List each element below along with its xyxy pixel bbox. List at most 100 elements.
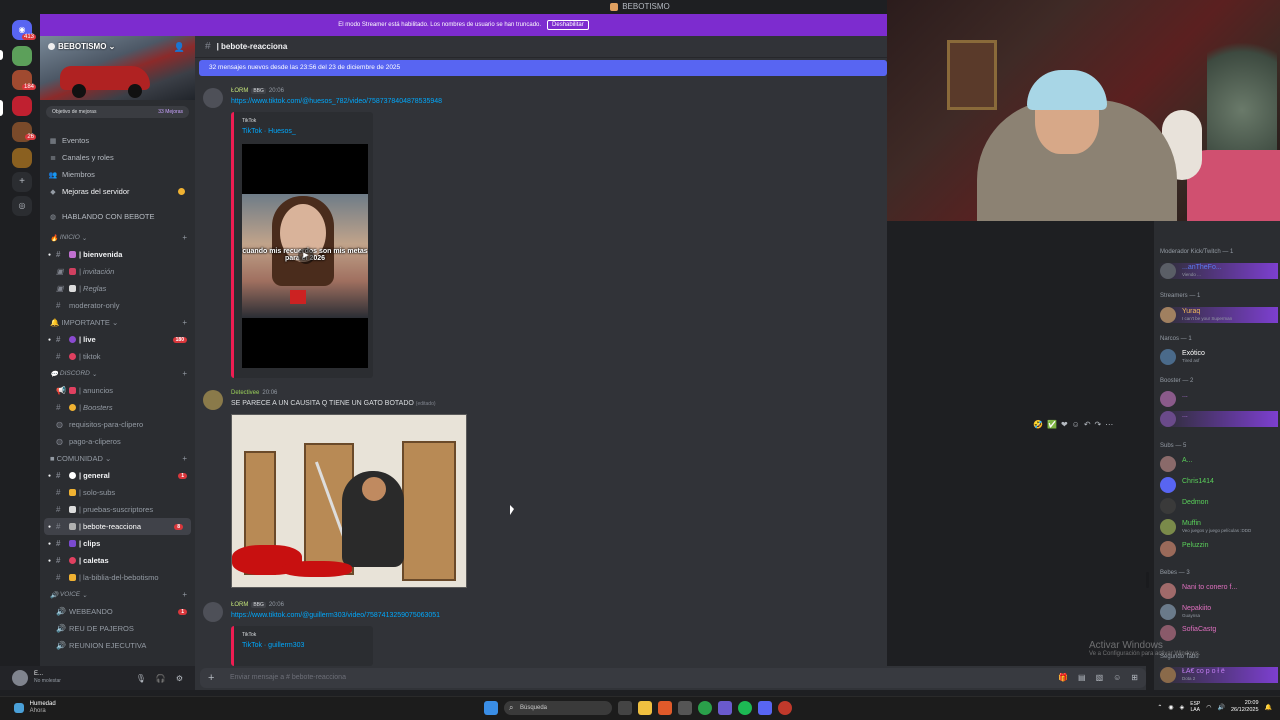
- message-link[interactable]: https://www.tiktok.com/@guillerm303/vide…: [231, 612, 440, 619]
- member-item[interactable]: Yuraq I can't be your Superman: [1158, 307, 1278, 323]
- channel-biblia[interactable]: # | la-biblia-del-bebotismo: [40, 569, 195, 586]
- start-icon[interactable]: [484, 701, 498, 715]
- author-name[interactable]: ŁORM: [231, 88, 248, 94]
- video-player[interactable]: cuando mis recuerdos son mis metas para …: [242, 144, 368, 368]
- server-icon-bebotismo[interactable]: [12, 96, 32, 116]
- channel-clips[interactable]: ● # | clips: [40, 535, 195, 552]
- volume-icon[interactable]: 🔊: [1218, 704, 1225, 711]
- channel-boosters[interactable]: # | Boosters: [40, 399, 195, 416]
- app-icon-2[interactable]: [718, 701, 732, 715]
- user-info[interactable]: E... No molestar: [34, 671, 61, 685]
- server-icon-1[interactable]: [12, 46, 32, 66]
- emoji-icon[interactable]: ☺: [1113, 668, 1121, 688]
- channel-requisitos[interactable]: ◍ requisitos-para-clipero: [40, 416, 195, 433]
- add-server-icon[interactable]: +: [12, 172, 32, 192]
- avatar[interactable]: [203, 88, 223, 108]
- reaction-laugh-icon[interactable]: 🤣: [1033, 420, 1043, 429]
- reply-icon[interactable]: ↶: [1084, 420, 1091, 429]
- message-input[interactable]: Enviar mensaje a # bebote-reacciona: [200, 668, 1146, 688]
- play-icon[interactable]: ▶: [298, 248, 314, 264]
- headphones-icon[interactable]: 🎧: [156, 674, 166, 683]
- channel-tiktok[interactable]: # | tiktok: [40, 348, 195, 365]
- member-item[interactable]: ...: [1158, 411, 1278, 427]
- boost-goal[interactable]: Objetivo de mejoras 33 Mejoras: [46, 106, 189, 118]
- new-messages-bar[interactable]: 32 mensajes nuevos desde las 23:56 del 2…: [199, 60, 887, 76]
- explore-icon[interactable]: ◎: [12, 196, 32, 216]
- channel-hablando[interactable]: ◍ HABLANDO CON BEBOTE: [40, 208, 195, 225]
- wifi-icon[interactable]: ◠: [1206, 704, 1211, 711]
- voice-reu-pajeros[interactable]: 🔊 REU DE PAJEROS: [40, 620, 195, 637]
- chrome-icon[interactable]: [698, 701, 712, 715]
- notification-icon[interactable]: 🔔: [1265, 704, 1272, 711]
- gift-icon[interactable]: 🎁: [1058, 668, 1068, 688]
- category-importante[interactable]: 🔔 IMPORTANTE ⌄ +: [40, 314, 195, 331]
- brave-icon[interactable]: [658, 701, 672, 715]
- tray-app-icon-2[interactable]: ◈: [1180, 704, 1185, 711]
- member-item[interactable]: Nani to conero f...: [1158, 583, 1278, 599]
- add-channel-icon[interactable]: +: [182, 233, 187, 242]
- member-list-scrollbar[interactable]: [1146, 572, 1149, 588]
- nav-channels-roles[interactable]: ≣ Canales y roles: [40, 149, 195, 166]
- channel-solo-subs[interactable]: # | solo-subs: [40, 484, 195, 501]
- channel-live[interactable]: ● # | live 180: [40, 331, 195, 348]
- avatar[interactable]: [203, 602, 223, 622]
- category-comunidad[interactable]: ■ COMUNIDAD ⌄ +: [40, 450, 195, 467]
- gif-icon[interactable]: ▤: [1078, 668, 1086, 688]
- settings-gear-icon[interactable]: ⚙: [176, 674, 183, 683]
- reaction-heart-icon[interactable]: ❤: [1061, 420, 1068, 429]
- category-discord[interactable]: 💬 DISCORD ⌄ +: [40, 365, 195, 382]
- add-channel-icon[interactable]: +: [182, 369, 187, 378]
- channel-bebote-reacciona[interactable]: ● # | bebote-reacciona 8: [44, 518, 191, 535]
- server-name[interactable]: BEBOTISMO ⌄: [48, 42, 115, 51]
- invite-people-icon[interactable]: 👤: [174, 42, 185, 53]
- language-indicator[interactable]: ESP LAA: [1190, 701, 1200, 713]
- member-item[interactable]: ŁA€ co p o ł ë Dota 2: [1158, 667, 1278, 683]
- category-voice[interactable]: 🔊 VOICE ⌄ +: [40, 586, 195, 603]
- avatar[interactable]: [203, 390, 223, 410]
- channel-pruebas[interactable]: # | pruebas-suscriptores: [40, 501, 195, 518]
- add-reaction-icon[interactable]: ☺: [1072, 420, 1080, 429]
- server-icon-4[interactable]: [12, 148, 32, 168]
- reaction-check-icon[interactable]: ✅: [1047, 420, 1057, 429]
- member-item[interactable]: Nepakiito Guaynsa: [1158, 604, 1278, 620]
- tray-app-icon[interactable]: ◉: [1168, 704, 1173, 711]
- channel-anuncios[interactable]: 📢 | anuncios: [40, 382, 195, 399]
- add-channel-icon[interactable]: +: [182, 318, 187, 327]
- category-inicio[interactable]: 🔥 INICIO ⌄ +: [40, 229, 195, 246]
- embed-title[interactable]: TikTok · guillerm303: [242, 642, 304, 649]
- app-icon[interactable]: [678, 701, 692, 715]
- add-channel-icon[interactable]: +: [182, 454, 187, 463]
- clock[interactable]: 20:09 26/12/2025: [1231, 700, 1259, 714]
- meme-image[interactable]: [231, 414, 467, 588]
- member-item[interactable]: Muffin Veo juegos y juego películas :DDD: [1158, 519, 1278, 535]
- member-item[interactable]: ...: [1158, 391, 1278, 407]
- avatar[interactable]: [12, 670, 28, 686]
- task-view-icon[interactable]: [618, 701, 632, 715]
- microphone-icon[interactable]: 🎙: [136, 674, 146, 683]
- forward-icon[interactable]: ↷: [1095, 420, 1102, 429]
- member-item[interactable]: Chris1414: [1158, 477, 1278, 493]
- nav-server-boost[interactable]: ◆ Mejoras del servidor: [40, 183, 195, 200]
- member-item[interactable]: SofiaCastg: [1158, 625, 1278, 641]
- message-link[interactable]: https://www.tiktok.com/@huesos_782/video…: [231, 98, 442, 105]
- channel-pago[interactable]: ◍ pago-a-cliperos: [40, 433, 195, 450]
- more-icon[interactable]: ⋯: [1105, 420, 1113, 429]
- embed-title[interactable]: TikTok · Huesos_: [242, 128, 296, 135]
- channel-bienvenida[interactable]: ● # | bienvenida: [40, 246, 195, 263]
- channel-caletas[interactable]: ● # | caletas: [40, 552, 195, 569]
- nav-events[interactable]: ▦ Eventos: [40, 132, 195, 149]
- add-channel-icon[interactable]: +: [182, 590, 187, 599]
- member-item[interactable]: A...: [1158, 456, 1278, 472]
- obs-icon[interactable]: [778, 701, 792, 715]
- file-explorer-icon[interactable]: [638, 701, 652, 715]
- member-item[interactable]: Dedmon: [1158, 498, 1278, 514]
- member-item[interactable]: ...anTheFo... Viendo ...: [1158, 263, 1278, 279]
- member-item[interactable]: Exótico Tired asf: [1158, 349, 1278, 365]
- chevron-up-icon[interactable]: ⌃: [1157, 704, 1162, 711]
- weather-widget[interactable]: Humedad Ahora: [14, 701, 56, 715]
- nav-members[interactable]: 👥 Miembros: [40, 166, 195, 183]
- taskbar-search[interactable]: Búsqueda: [504, 701, 612, 715]
- channel-invitacion[interactable]: ▣ | invitación: [40, 263, 195, 280]
- channel-moderator-only[interactable]: # moderator-only: [40, 297, 195, 314]
- attach-plus-icon[interactable]: +: [208, 668, 214, 688]
